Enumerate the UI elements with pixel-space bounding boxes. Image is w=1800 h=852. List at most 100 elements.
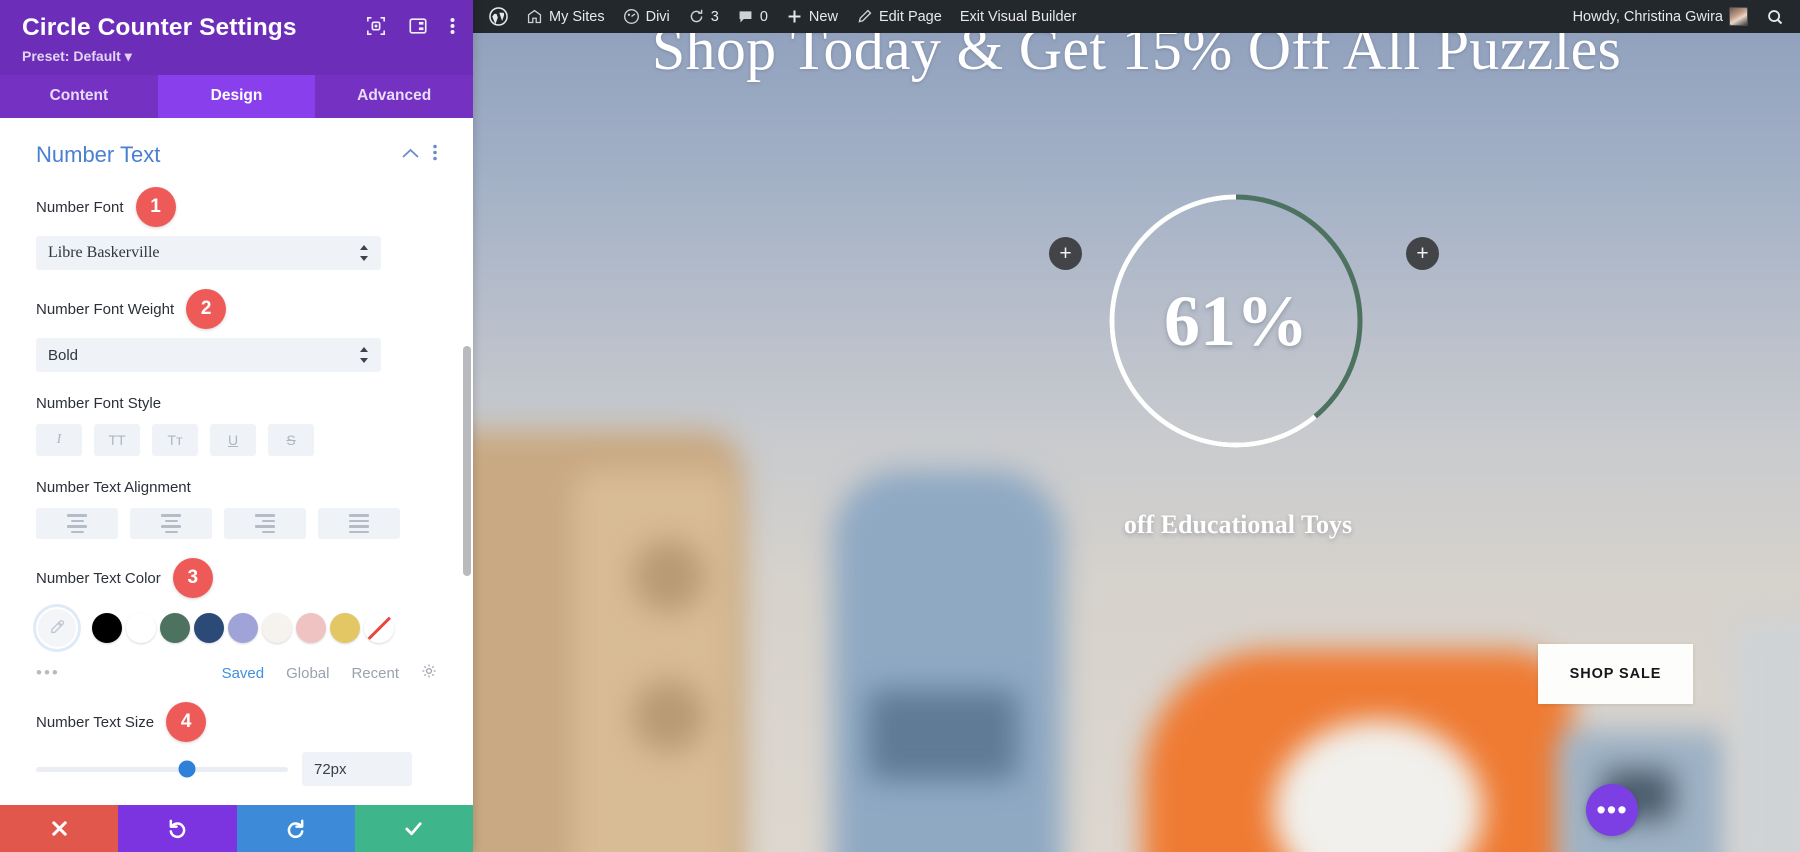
admin-bar-search[interactable] [1757,0,1800,33]
color-tab-saved[interactable]: Saved [222,665,265,682]
visual-builder-preview[interactable]: Shop Today & Get 15% Off All Puzzles + +… [473,0,1800,852]
gear-icon[interactable] [421,663,437,683]
section-number-text[interactable]: Number Text [36,142,437,168]
alignment-button-row[interactable] [36,508,437,539]
field-number-text-alignment: Number Text Alignment [36,475,437,539]
slider-knob[interactable] [178,760,196,778]
admin-bar-divi[interactable]: Divi [614,0,679,33]
field-number-font: Number Font 1 Libre Baskerville [36,187,437,270]
number-font-select[interactable]: Libre Baskerville [36,236,381,270]
swatch-navy[interactable] [194,613,224,643]
swatch-green[interactable] [160,613,190,643]
layout-icon[interactable] [408,16,428,41]
font-style-button-row[interactable]: I TT Tᴛ U S [36,424,437,456]
align-center-icon[interactable] [130,508,212,539]
chevron-up-icon[interactable] [402,146,419,164]
callout-badge-3: 3 [172,558,213,598]
panel-scrollbar[interactable] [463,346,471,576]
swatch-transparent[interactable] [364,613,394,643]
field-number-text-alignment-label: Number Text Alignment [36,478,191,496]
swatch-periwinkle[interactable] [228,613,258,643]
swatch-offwhite[interactable] [262,613,292,643]
admin-bar-exit-visual-builder[interactable]: Exit Visual Builder [951,0,1086,33]
wordpress-admin-bar[interactable]: My Sites Divi 3 0 New Edit Page Exit Vis… [473,0,1800,33]
admin-bar-divi-label: Divi [645,8,670,25]
field-number-text-size-label-row: Number Text Size 4 [36,702,437,742]
number-text-size-row: 72px [36,752,437,786]
eyedropper-icon[interactable] [36,607,78,649]
field-number-font-style: Number Font Style I TT Tᴛ U S [36,391,437,456]
number-font-weight-select[interactable]: Bold [36,338,381,372]
color-source-tabs[interactable]: Saved Global Recent [222,663,437,683]
module-settings-dots-button[interactable]: ••• [1586,784,1638,836]
kebab-icon[interactable] [450,16,455,41]
cancel-button[interactable] [0,805,119,852]
field-number-font-style-label-row: Number Font Style [36,391,437,415]
color-tab-global[interactable]: Global [286,665,329,682]
align-right-icon[interactable] [224,508,306,539]
field-number-font-weight: Number Font Weight 2 Bold [36,289,437,372]
panel-footer[interactable] [0,805,473,852]
align-left-icon[interactable] [36,508,118,539]
swatch-white[interactable] [126,613,156,643]
italic-icon[interactable]: I [36,424,82,456]
strikethrough-icon[interactable]: S [268,424,314,456]
admin-bar-comments[interactable]: 0 [728,0,777,33]
admin-bar-new[interactable]: New [777,0,847,33]
admin-bar-account[interactable]: Howdy, Christina Gwira [1564,0,1757,33]
kebab-icon[interactable] [433,144,437,166]
admin-bar-updates-count: 3 [710,8,719,25]
field-number-text-size-label: Number Text Size [36,713,155,731]
add-module-button-right[interactable]: + [1406,237,1439,270]
panel-header: Circle Counter Settings Preset: Default … [0,0,473,75]
field-number-text-color: Number Text Color 3 ••• Saved Global Rec… [36,558,437,683]
focus-icon[interactable] [366,16,386,41]
swatch-gold[interactable] [330,613,360,643]
color-tab-recent[interactable]: Recent [351,665,399,682]
admin-bar-updates[interactable]: 3 [679,0,728,33]
admin-bar-wordpress-logo[interactable] [473,0,517,33]
save-button[interactable] [354,805,473,852]
uppercase-icon[interactable]: TT [94,424,140,456]
shop-sale-button[interactable]: SHOP SALE [1538,644,1693,704]
ellipsis-icon[interactable]: ••• [36,663,60,683]
module-settings-panel[interactable]: Circle Counter Settings Preset: Default … [0,0,473,852]
color-swatch-row[interactable] [36,607,437,649]
circle-counter-module[interactable]: 61% [1105,190,1367,452]
field-number-text-size: Number Text Size 4 72px [36,702,437,786]
tab-content[interactable]: Content [0,75,158,118]
field-number-font-weight-label-row: Number Font Weight 2 [36,289,437,329]
tab-design[interactable]: Design [157,75,316,118]
field-number-font-style-label: Number Font Style [36,394,162,412]
panel-body[interactable]: Number Text Number Font 1 Libre Baskervi… [0,118,473,805]
select-stepper-icon [359,244,369,262]
number-text-size-value: 72px [314,760,347,778]
number-font-value: Libre Baskerville [48,244,160,261]
wordpress-icon [489,7,508,26]
smallcaps-icon[interactable]: Tᴛ [152,424,198,456]
circle-counter-number: 61% [1164,280,1308,361]
admin-bar-my-sites[interactable]: My Sites [517,0,614,33]
align-justify-icon[interactable] [318,508,400,539]
add-module-button-left[interactable]: + [1049,237,1082,270]
swatch-black[interactable] [92,613,122,643]
tab-advanced[interactable]: Advanced [315,75,473,118]
field-number-font-label: Number Font [36,198,124,216]
swatch-pink[interactable] [296,613,326,643]
undo-button[interactable] [118,805,237,852]
section-title-label: Number Text [36,142,161,167]
panel-tabs[interactable]: Content Design Advanced [0,75,473,118]
field-number-text-color-label: Number Text Color [36,569,161,587]
admin-bar-right-group: Howdy, Christina Gwira [1564,0,1800,33]
underline-icon[interactable]: U [210,424,256,456]
color-meta-row: ••• Saved Global Recent [36,663,437,683]
pencil-icon [856,8,873,25]
admin-bar-exit-label: Exit Visual Builder [959,8,1077,25]
number-text-size-slider[interactable] [36,754,288,784]
panel-preset[interactable]: Preset: Default ▾ [22,48,451,65]
field-number-font-weight-label: Number Font Weight [36,300,175,318]
redo-button[interactable] [236,805,355,852]
number-text-size-input[interactable]: 72px [302,752,412,786]
admin-bar-edit-page[interactable]: Edit Page [847,0,951,33]
avatar [1729,7,1748,26]
